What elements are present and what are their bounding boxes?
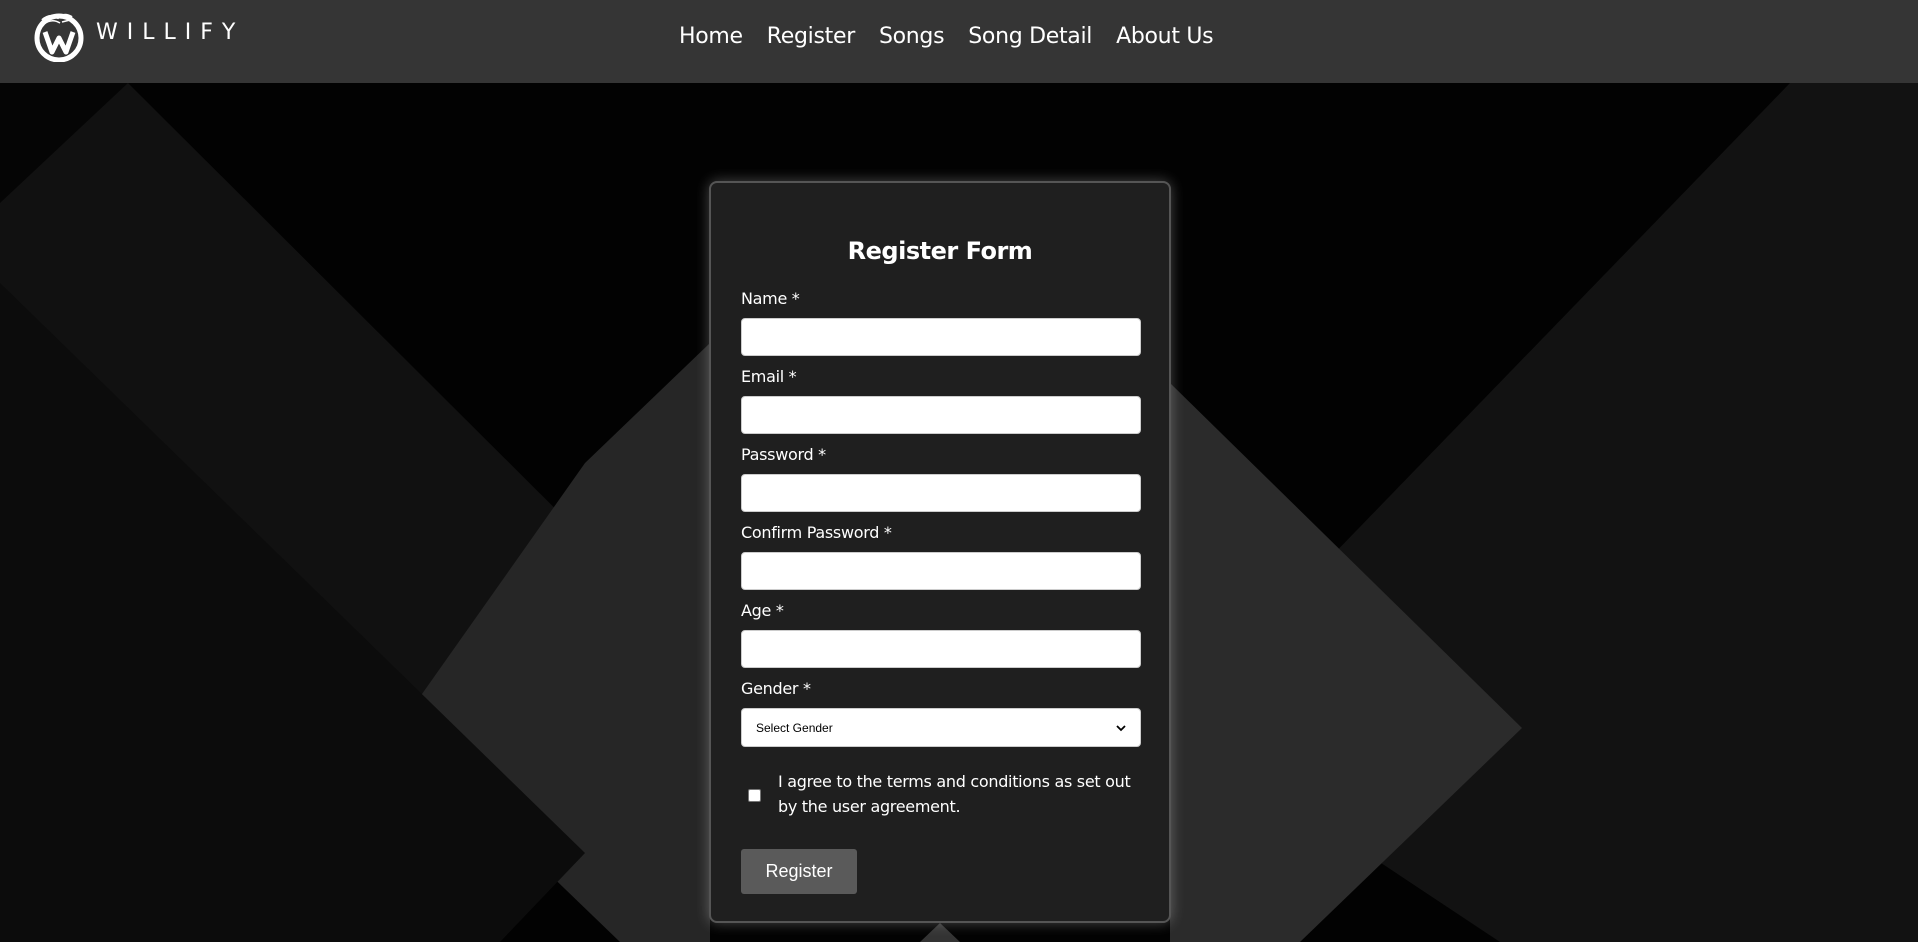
gender-select[interactable]: Select Gender bbox=[741, 708, 1141, 747]
email-label: Email * bbox=[741, 367, 797, 386]
register-button[interactable]: Register bbox=[741, 849, 857, 894]
password-label: Password * bbox=[741, 445, 826, 464]
bg-tip bbox=[920, 923, 960, 942]
gender-selected-value: Select Gender bbox=[756, 720, 833, 735]
age-input[interactable] bbox=[741, 630, 1141, 668]
agree-terms-text: I agree to the terms and conditions as s… bbox=[778, 772, 1131, 816]
form-title: Register Form bbox=[847, 237, 1033, 265]
gender-label: Gender * bbox=[741, 679, 811, 698]
agree-checkbox[interactable] bbox=[748, 789, 761, 802]
brand-name: WILLIFY bbox=[96, 19, 245, 45]
nav-link-song-detail[interactable]: Song Detail bbox=[968, 24, 1092, 49]
nav-link-home[interactable]: Home bbox=[679, 24, 743, 49]
name-input[interactable] bbox=[741, 318, 1141, 356]
willify-logo-icon bbox=[34, 13, 84, 62]
name-label: Name * bbox=[741, 289, 800, 308]
brand-logo[interactable]: WILLIFY bbox=[34, 8, 244, 64]
register-form-card: Register Form Name * Email * Password * … bbox=[709, 181, 1171, 923]
nav-link-songs[interactable]: Songs bbox=[879, 24, 945, 49]
main-nav: Home Register Songs Song Detail About Us bbox=[679, 24, 1214, 49]
confirm-password-label: Confirm Password * bbox=[741, 523, 892, 542]
top-navbar: WILLIFY Home Register Songs Song Detail … bbox=[0, 0, 1918, 83]
nav-link-register[interactable]: Register bbox=[767, 24, 855, 49]
nav-link-about-us[interactable]: About Us bbox=[1116, 24, 1214, 49]
chevron-down-icon bbox=[1116, 724, 1126, 731]
email-input[interactable] bbox=[741, 396, 1141, 434]
age-label: Age * bbox=[741, 601, 784, 620]
confirm-password-input[interactable] bbox=[741, 552, 1141, 590]
password-input[interactable] bbox=[741, 474, 1141, 512]
